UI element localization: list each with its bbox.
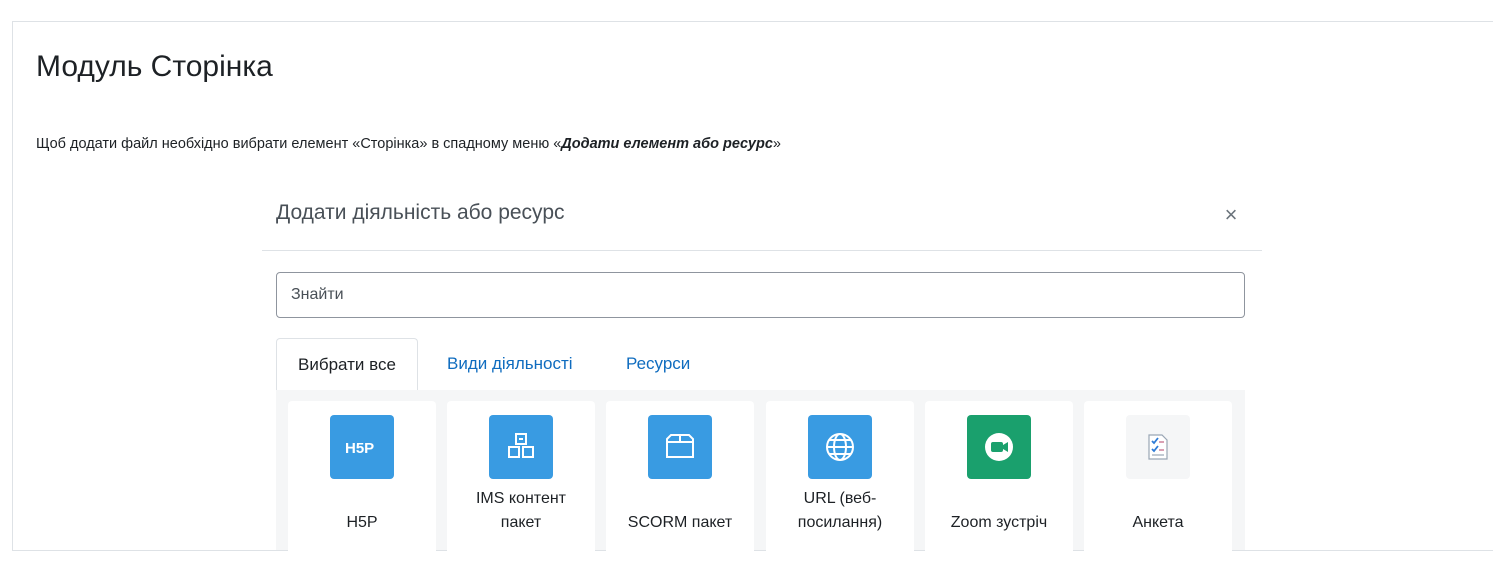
item-label-line-2: посилання): [797, 514, 883, 531]
tab-all[interactable]: Вибрати все: [276, 338, 418, 391]
item-label: Анкета: [1084, 487, 1232, 535]
item-label: IMS контент пакет: [447, 487, 595, 535]
page-title: Модуль Сторінка: [36, 50, 273, 83]
intro-text: Щоб додати файл необхідно вибрати елемен…: [36, 136, 781, 152]
search-input[interactable]: [276, 272, 1245, 318]
close-icon: ×: [1224, 202, 1238, 227]
item-label-line-1: URL (веб-: [803, 490, 877, 507]
item-label: H5P: [288, 487, 436, 535]
boxes-icon: [489, 415, 553, 479]
tab-resources[interactable]: Ресурси: [605, 338, 711, 390]
item-zoom-meeting[interactable]: Zoom зустріч: [925, 401, 1073, 561]
close-button[interactable]: ×: [1221, 203, 1241, 227]
modal-header-divider: [262, 250, 1262, 251]
item-label-line-1: IMS контент: [475, 490, 566, 507]
intro-emphasis: Додати елемент або ресурс: [561, 136, 773, 152]
questionnaire-icon: [1126, 415, 1190, 479]
item-label-line-2: SCORM пакет: [627, 514, 733, 531]
item-label-line-2: Анкета: [1132, 514, 1184, 531]
box-icon: [648, 415, 712, 479]
item-ims-content-package[interactable]: IMS контент пакет: [447, 401, 595, 561]
item-h5p[interactable]: H5P H5P: [288, 401, 436, 561]
modal-title: Додати діяльність або ресурс: [276, 201, 565, 224]
item-label-line-2: Zoom зустріч: [950, 514, 1048, 531]
item-label-line-1: [606, 487, 754, 511]
intro-suffix: »: [772, 136, 781, 152]
video-camera-icon: [967, 415, 1031, 479]
item-label-line-1: [925, 487, 1073, 511]
tab-bar: Вибрати все Види діяльності Ресурси: [276, 338, 1245, 391]
item-label-line-1: [288, 487, 436, 511]
tab-activities[interactable]: Види діяльності: [426, 338, 594, 390]
svg-text:H5P: H5P: [345, 440, 374, 457]
item-label: SCORM пакет: [606, 487, 754, 535]
item-label-line-2: пакет: [500, 514, 542, 531]
item-label: URL (веб- посилання): [766, 487, 914, 535]
item-url[interactable]: URL (веб- посилання): [766, 401, 914, 561]
intro-prefix: Щоб додати файл необхідно вибрати елемен…: [36, 136, 562, 152]
globe-icon: [808, 415, 872, 479]
item-scorm-package[interactable]: SCORM пакет: [606, 401, 754, 561]
activity-chooser-modal: Додати діяльність або ресурс × Вибрати в…: [262, 183, 1262, 561]
item-label: Zoom зустріч: [925, 487, 1073, 535]
item-questionnaire[interactable]: Анкета: [1084, 401, 1232, 561]
item-label-line-1: [1084, 487, 1232, 511]
item-label-line-2: H5P: [346, 514, 378, 531]
h5p-icon: H5P: [330, 415, 394, 479]
